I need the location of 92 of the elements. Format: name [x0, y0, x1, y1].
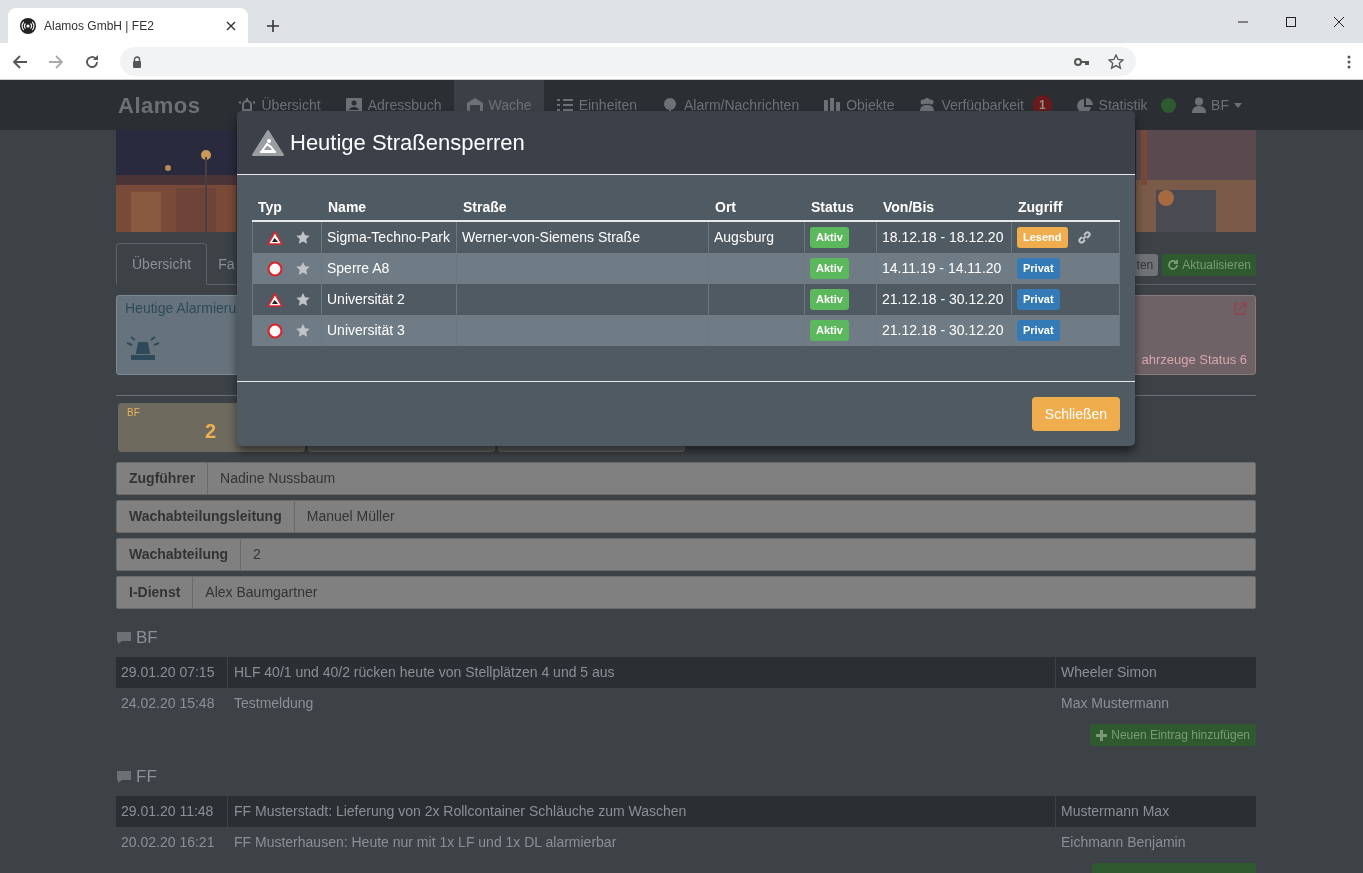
table-cell-text: 29.01.20 11:48 — [120, 802, 215, 821]
new-tab-icon[interactable] — [266, 19, 280, 33]
status-badge: Aktiv — [810, 320, 849, 341]
nav-item[interactable]: Einheiten — [543, 80, 649, 130]
siren-icon — [238, 96, 257, 114]
pin-icon — [661, 96, 679, 114]
column-header: Status — [810, 197, 855, 217]
table-cell: Mustermann Max — [1055, 796, 1256, 827]
table-cell: Eichmann Benjamin — [1055, 827, 1256, 858]
list-icon — [555, 96, 574, 114]
contact-card-icon — [344, 96, 363, 114]
status-badge: Aktiv — [810, 258, 849, 279]
column-header: Von/Bis — [882, 197, 936, 217]
nav-item[interactable]: Statistik — [1063, 80, 1160, 130]
table-cell: 21.12.18 - 30.12.20 — [877, 315, 1012, 346]
plus-icon — [1096, 729, 1108, 741]
user-name: BF — [1211, 95, 1229, 115]
card-footer-text: ahrzeuge Status 6 — [1141, 351, 1247, 369]
caret-icon — [1234, 102, 1242, 108]
user-icon — [1192, 97, 1207, 113]
reload-icon[interactable] — [84, 53, 100, 70]
nav-item[interactable]: Übersicht — [226, 80, 333, 130]
access-badge: Privat — [1017, 320, 1060, 341]
table-cell: FF Musterstadt: Lieferung von 2x Rollcontainer Schläuche zum Waschen — [227, 796, 1055, 827]
table-cell-text: 29.01.20 07:15 — [120, 663, 216, 682]
star-icon — [296, 231, 310, 244]
column-header: Straße — [462, 197, 508, 217]
key-icon[interactable] — [1074, 56, 1090, 67]
column-header: Zugriff — [1017, 197, 1064, 217]
field-label: Wachabteilungsleitung — [117, 501, 295, 532]
table-cell: Testmeldung — [227, 688, 1055, 719]
access-badge: Lesend — [1017, 227, 1068, 248]
field-value: 2 — [252, 545, 262, 564]
page-tab[interactable]: Übersicht — [116, 243, 208, 285]
field-value: Alex Baumgartner — [204, 583, 319, 602]
column-header: Name — [327, 197, 368, 217]
tab-title: Alamos GmbH | FE2 — [44, 17, 155, 35]
lock-icon — [132, 55, 142, 68]
browser-tab[interactable]: Alamos GmbH | FE2 — [8, 8, 248, 43]
table-cell: Wheeler Simon — [1055, 657, 1256, 688]
star-icon — [296, 262, 310, 275]
external-link-icon — [1233, 302, 1247, 316]
nav-item[interactable]: Adressbuch — [332, 80, 454, 130]
road-work-sign-icon — [267, 292, 283, 307]
close-button[interactable]: Schließen — [1032, 397, 1120, 431]
counter-label: BF — [127, 406, 140, 420]
close-icon[interactable] — [226, 20, 236, 31]
road-work-sign-icon — [267, 230, 283, 245]
field-value: Nadine Nussbaum — [219, 469, 337, 488]
status-badge: Aktiv — [810, 227, 849, 248]
nav-item[interactable]: Alarm/Nachrichten — [649, 80, 812, 130]
road-work-icon — [252, 129, 284, 156]
star-icon — [296, 324, 310, 337]
no-entry-sign-icon — [267, 260, 283, 277]
siren-icon — [125, 333, 161, 361]
table-cell-text: 24.02.20 15:48 — [120, 694, 216, 713]
card-title: Heutige Alarmieru — [125, 299, 237, 318]
star-icon[interactable] — [1108, 53, 1124, 70]
column-header: Ort — [714, 197, 737, 217]
access-badge: Privat — [1017, 289, 1060, 310]
field-value: Manuel Müller — [305, 507, 396, 526]
add-entry-button[interactable]: Neuen Eintrag hinzufügen — [1090, 724, 1256, 746]
people-icon — [918, 96, 937, 114]
access-badge: Privat — [1017, 258, 1060, 279]
maximize-icon[interactable] — [1286, 16, 1296, 27]
pie-chart-icon — [1075, 96, 1094, 114]
more-icon[interactable] — [1347, 54, 1351, 69]
star-icon — [296, 293, 310, 306]
user-menu[interactable]: BF — [1192, 94, 1242, 116]
field-label: I-Dienst — [117, 577, 194, 608]
refresh-icon — [1167, 258, 1180, 271]
radio-signal-icon — [20, 17, 36, 34]
field-label: Zugführer — [117, 463, 209, 494]
table-cell: HLF 40/1 und 40/2 rücken heute von Stellplätzen 4 und 5 aus — [227, 657, 1055, 688]
counter-value: 2 — [205, 419, 217, 444]
section-title: FF — [136, 766, 157, 789]
field-label: Wachabteilung — [117, 539, 242, 570]
back-arrow-icon[interactable] — [12, 53, 28, 70]
brand-logo[interactable]: Alamos — [118, 88, 201, 122]
status-badge: Aktiv — [810, 289, 849, 310]
modal-title: Heutige Straßensperren — [290, 129, 525, 157]
section-title: BF — [136, 627, 158, 650]
comment-icon — [116, 770, 132, 784]
close-icon[interactable] — [1334, 16, 1344, 27]
table-cell-text: 20.02.20 16:21 — [120, 833, 216, 852]
toolbar-button[interactable]: Aktualisieren — [1162, 253, 1256, 276]
column-header: Typ — [257, 197, 283, 217]
table-cell: Max Mustermann — [1055, 688, 1256, 719]
no-entry-sign-icon — [267, 322, 283, 339]
table-cell: Universität 3 — [322, 315, 457, 346]
comment-icon — [116, 631, 132, 645]
table-cell: FF Musterhausen: Heute nur mit 1x LF und 1x DL alarmierbar — [227, 827, 1055, 858]
